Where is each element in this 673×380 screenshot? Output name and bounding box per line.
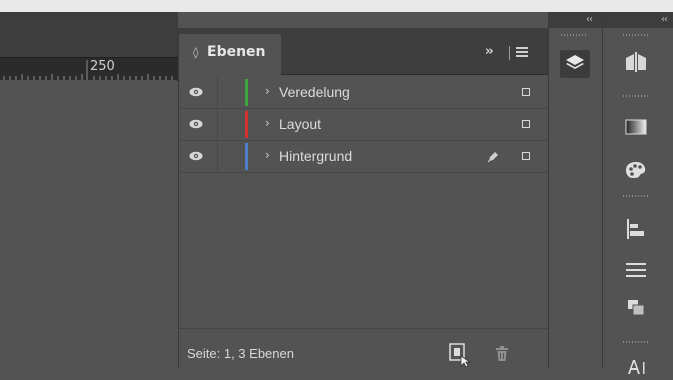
layers-icon[interactable]: [560, 50, 590, 78]
new-layer-icon[interactable]: [447, 342, 473, 368]
layer-row-veredelung[interactable]: › Veredelung: [179, 77, 549, 109]
align-icon[interactable]: [621, 214, 651, 242]
gradient-icon[interactable]: [621, 114, 651, 142]
dock-grip[interactable]: [623, 34, 649, 36]
tab-label: Ebenen: [207, 44, 266, 60]
tab-ebenen[interactable]: ◊ Ebenen: [179, 34, 281, 75]
selection-box[interactable]: [522, 88, 530, 96]
dock-grip[interactable]: [561, 34, 587, 36]
layers-panel: ◊ Ebenen ›› › Veredelung › Layout › Hint…: [178, 28, 549, 368]
double-chevron-right-icon[interactable]: ››: [485, 44, 494, 59]
document-canvas[interactable]: [0, 80, 177, 368]
chevron-right-icon[interactable]: ›: [265, 84, 270, 98]
panel-footer: Seite: 1, 3 Ebenen: [179, 328, 549, 369]
column-divider: [217, 77, 218, 108]
double-chevron-left-icon[interactable]: ‹‹: [661, 14, 668, 25]
chevron-right-icon[interactable]: ›: [265, 148, 270, 162]
layer-list: › Veredelung › Layout › Hintergrund: [179, 77, 549, 173]
ruler-label: 250: [90, 59, 115, 74]
pages-icon[interactable]: [621, 48, 651, 76]
layer-row-layout[interactable]: › Layout: [179, 109, 549, 141]
double-chevron-left-icon[interactable]: ‹‹: [586, 14, 593, 25]
dock-grip[interactable]: [623, 95, 649, 97]
header-divider: [509, 46, 510, 60]
eye-icon[interactable]: [189, 87, 203, 97]
chevron-right-icon[interactable]: ›: [265, 116, 270, 130]
ruler-ticks: [3, 60, 173, 80]
panel-menu-icon[interactable]: [516, 47, 528, 57]
stroke-icon[interactable]: [621, 256, 651, 284]
dock-column-tools: ‹‹: [602, 12, 673, 374]
layer-row-hintergrund[interactable]: › Hintergrund: [179, 141, 549, 173]
layer-color-bar: [245, 79, 248, 106]
panel-header: ◊ Ebenen ››: [179, 28, 549, 75]
eye-icon[interactable]: [189, 151, 203, 161]
document-tab-bar: [0, 12, 178, 57]
character-icon[interactable]: [621, 352, 651, 380]
dock-header: ‹‹: [603, 12, 673, 28]
trash-icon[interactable]: [495, 346, 509, 362]
layer-name[interactable]: Veredelung: [279, 84, 350, 100]
layer-color-bar: [245, 143, 248, 170]
selection-box[interactable]: [522, 152, 530, 160]
column-divider: [217, 109, 218, 140]
eye-icon[interactable]: [189, 119, 203, 129]
selection-box[interactable]: [522, 120, 530, 128]
dock-header: ‹‹: [549, 12, 602, 28]
window-top-strip: [0, 0, 673, 12]
swatches-palette-icon[interactable]: [621, 156, 651, 184]
pathfinder-icon[interactable]: [621, 294, 651, 322]
column-divider: [217, 141, 218, 172]
dock-grip[interactable]: [623, 195, 649, 197]
layer-name[interactable]: Layout: [279, 116, 321, 132]
layer-name[interactable]: Hintergrund: [279, 148, 352, 164]
pen-icon: [486, 149, 500, 163]
status-text: Seite: 1, 3 Ebenen: [187, 346, 294, 361]
horizontal-ruler[interactable]: 250: [0, 57, 178, 81]
dock-column-layers: ‹‹: [548, 12, 602, 368]
layer-color-bar: [245, 111, 248, 138]
updown-arrows-icon: ◊: [193, 46, 199, 59]
dock-grip[interactable]: [623, 341, 649, 343]
